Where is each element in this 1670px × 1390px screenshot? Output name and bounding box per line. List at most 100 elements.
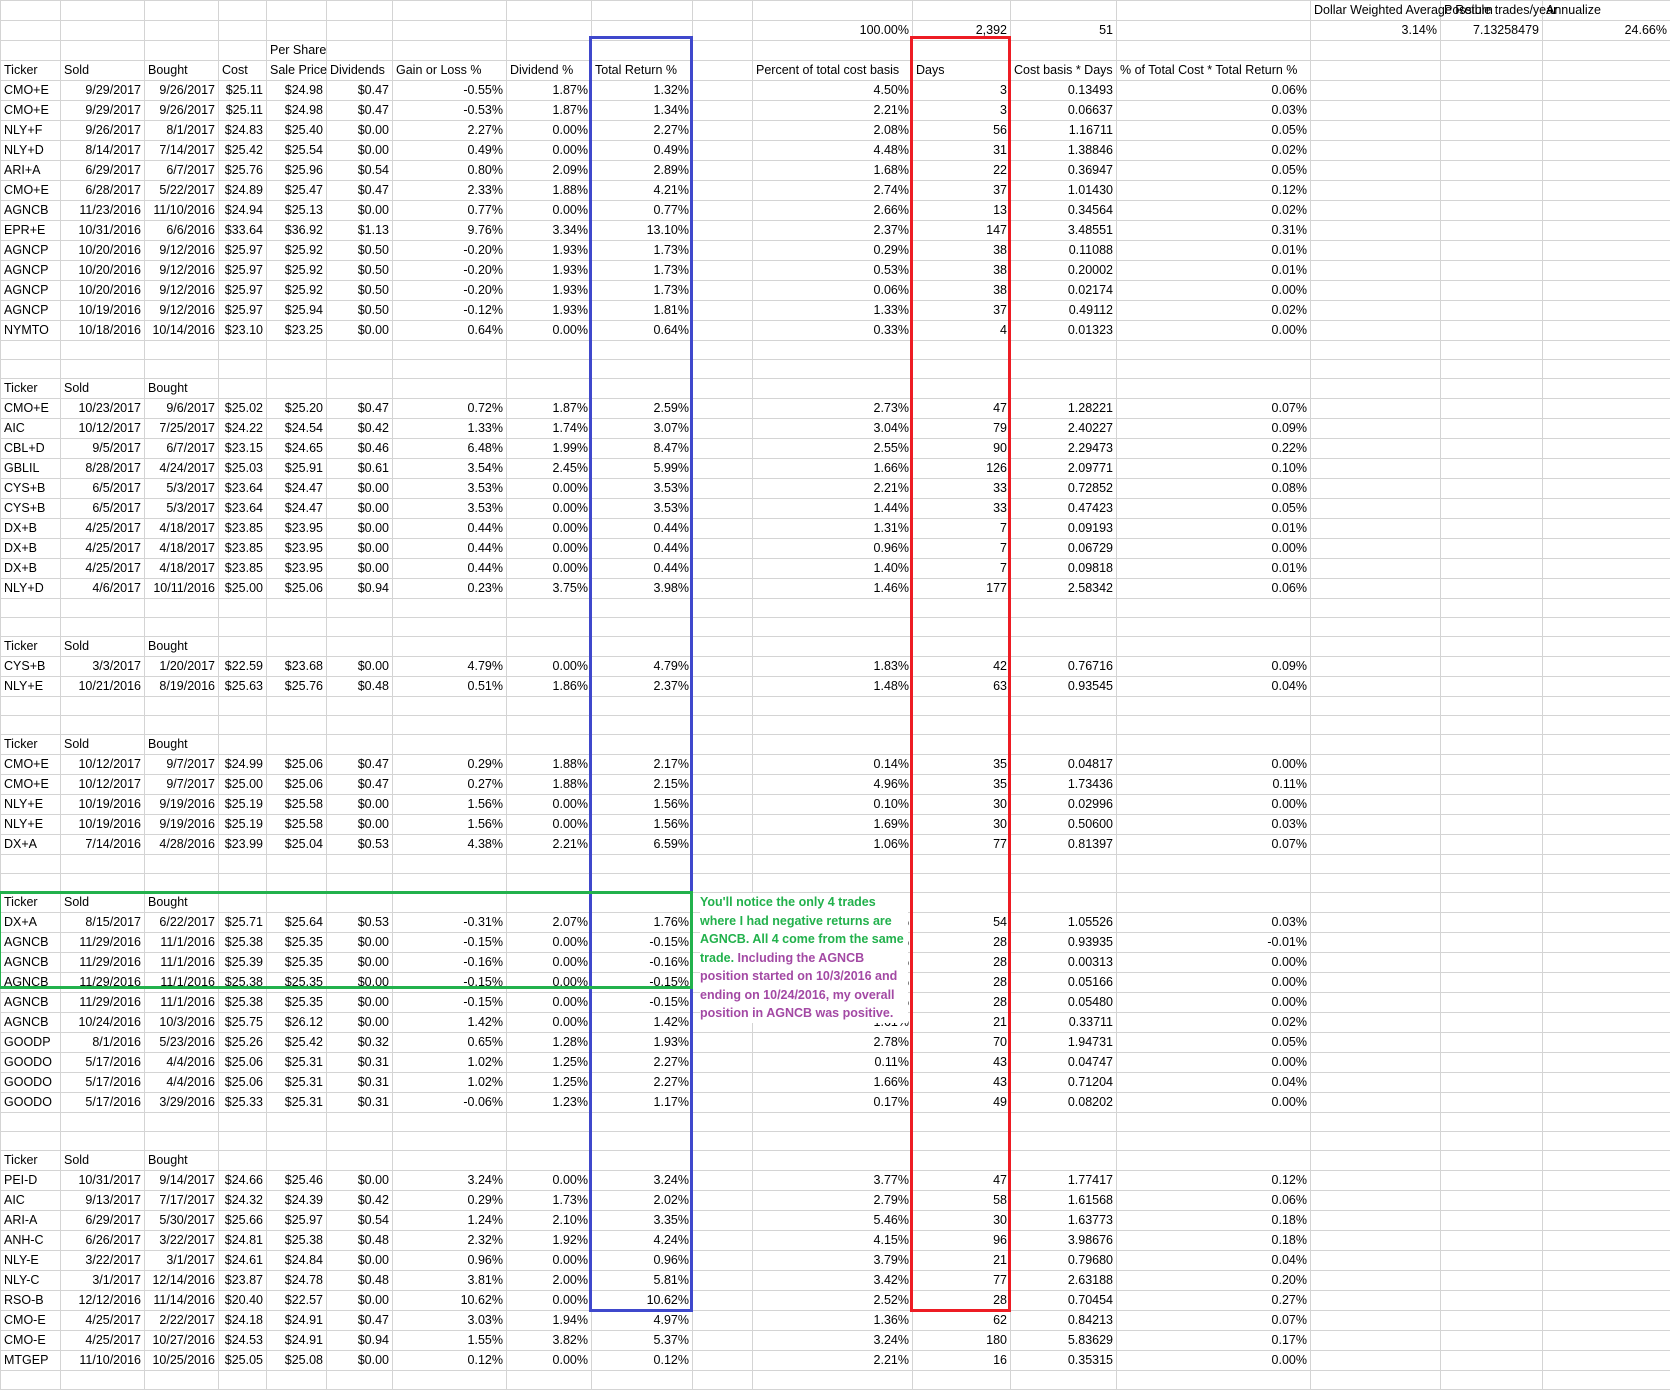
cell[interactable]: 1.87% [507, 81, 592, 101]
cell[interactable]: $25.02 [219, 399, 267, 419]
cell[interactable]: 56 [913, 121, 1011, 141]
cell[interactable]: $0.47 [327, 81, 393, 101]
cell[interactable] [219, 341, 267, 360]
cell[interactable] [1441, 439, 1543, 459]
cell[interactable] [693, 539, 753, 559]
cell[interactable] [1011, 735, 1117, 755]
cell[interactable]: 3/22/2017 [145, 1231, 219, 1251]
cell[interactable] [1311, 618, 1441, 637]
cell[interactable] [753, 1151, 913, 1171]
cell[interactable] [1441, 61, 1543, 81]
cell[interactable]: 4.50% [753, 81, 913, 101]
cell[interactable] [1441, 933, 1543, 953]
cell[interactable]: $23.64 [219, 499, 267, 519]
cell[interactable]: CBL+D [1, 439, 61, 459]
cell[interactable] [1311, 1151, 1441, 1171]
cell[interactable]: 1.93% [507, 281, 592, 301]
cell[interactable] [1311, 559, 1441, 579]
cell[interactable] [1011, 1, 1117, 21]
cell[interactable]: AGNCP [1, 301, 61, 321]
cell[interactable]: 0.81397 [1011, 835, 1117, 855]
cell[interactable]: 3.53% [592, 499, 693, 519]
cell[interactable] [1311, 637, 1441, 657]
cell[interactable]: 3.77% [753, 1171, 913, 1191]
cell[interactable]: 0.18% [1117, 1231, 1311, 1251]
cell[interactable]: AGNCP [1, 241, 61, 261]
cell[interactable]: $0.00 [327, 1251, 393, 1271]
cell[interactable]: 1.77417 [1011, 1171, 1117, 1191]
cell[interactable]: 0.04% [1117, 1073, 1311, 1093]
cell[interactable] [1543, 379, 1670, 399]
cell[interactable] [507, 1113, 592, 1132]
cell[interactable] [913, 1371, 1011, 1390]
cell[interactable]: $24.47 [267, 499, 327, 519]
cell[interactable] [1311, 599, 1441, 618]
cell[interactable] [693, 21, 753, 41]
cell[interactable] [1441, 993, 1543, 1013]
cell[interactable] [1011, 855, 1117, 874]
cell[interactable] [913, 41, 1011, 61]
cell[interactable]: 0.05480 [1011, 993, 1117, 1013]
cell[interactable]: $25.03 [219, 459, 267, 479]
cell[interactable] [145, 1113, 219, 1132]
cell[interactable] [1441, 1093, 1543, 1113]
cell[interactable]: 0.00% [1117, 755, 1311, 775]
cell[interactable]: 0.10% [1117, 459, 1311, 479]
cell[interactable] [267, 716, 327, 735]
cell[interactable]: 10.62% [592, 1291, 693, 1311]
cell[interactable]: 0.51% [393, 677, 507, 697]
cell[interactable]: 1.76% [592, 913, 693, 933]
cell[interactable] [145, 341, 219, 360]
cell[interactable]: $25.35 [267, 993, 327, 1013]
cell[interactable] [693, 399, 753, 419]
cell[interactable] [1543, 657, 1670, 677]
cell[interactable]: 3.07% [592, 419, 693, 439]
cell[interactable]: 1.69% [753, 815, 913, 835]
cell[interactable]: Ticker [1, 1151, 61, 1171]
cell[interactable] [753, 735, 913, 755]
cell[interactable]: 0.04% [1117, 1251, 1311, 1271]
cell[interactable] [693, 559, 753, 579]
cell[interactable] [693, 379, 753, 399]
cell[interactable]: 0.27% [1117, 1291, 1311, 1311]
cell[interactable]: 4.79% [393, 657, 507, 677]
cell[interactable] [1441, 459, 1543, 479]
cell[interactable] [507, 41, 592, 61]
cell[interactable] [1, 1132, 61, 1151]
cell[interactable]: 10/11/2016 [145, 579, 219, 599]
cell[interactable]: 0.04817 [1011, 755, 1117, 775]
cell[interactable]: 1.36% [753, 1311, 913, 1331]
cell[interactable]: NYMTO [1, 321, 61, 341]
cell[interactable]: CMO+E [1, 81, 61, 101]
cell[interactable] [1311, 519, 1441, 539]
cell[interactable]: ANH-C [1, 1231, 61, 1251]
cell[interactable]: 4/24/2017 [145, 459, 219, 479]
cell[interactable]: $0.50 [327, 261, 393, 281]
cell[interactable]: 7.13258479 [1441, 21, 1543, 41]
cell[interactable] [693, 1291, 753, 1311]
cell[interactable]: 4/25/2017 [61, 559, 145, 579]
cell[interactable]: 3.42% [753, 1271, 913, 1291]
cell[interactable] [592, 21, 693, 41]
cell[interactable]: 0.02174 [1011, 281, 1117, 301]
cell[interactable] [219, 1132, 267, 1151]
cell[interactable]: 5.81% [592, 1271, 693, 1291]
cell[interactable]: 1.88% [507, 755, 592, 775]
cell[interactable]: $25.76 [267, 677, 327, 697]
cell[interactable]: 43 [913, 1053, 1011, 1073]
cell[interactable]: 10/12/2017 [61, 775, 145, 795]
cell[interactable]: 4/25/2017 [61, 1311, 145, 1331]
cell[interactable] [1441, 321, 1543, 341]
cell[interactable]: 1.73% [507, 1191, 592, 1211]
cell[interactable]: 51 [1011, 21, 1117, 41]
cell[interactable]: 1.38846 [1011, 141, 1117, 161]
cell[interactable] [1311, 993, 1441, 1013]
cell[interactable]: -0.20% [393, 281, 507, 301]
cell[interactable] [507, 735, 592, 755]
cell[interactable]: 0.20002 [1011, 261, 1117, 281]
cell[interactable] [1011, 599, 1117, 618]
cell[interactable] [1117, 893, 1311, 913]
cell[interactable] [1543, 1113, 1670, 1132]
cell[interactable]: $25.00 [219, 579, 267, 599]
cell[interactable] [1543, 835, 1670, 855]
